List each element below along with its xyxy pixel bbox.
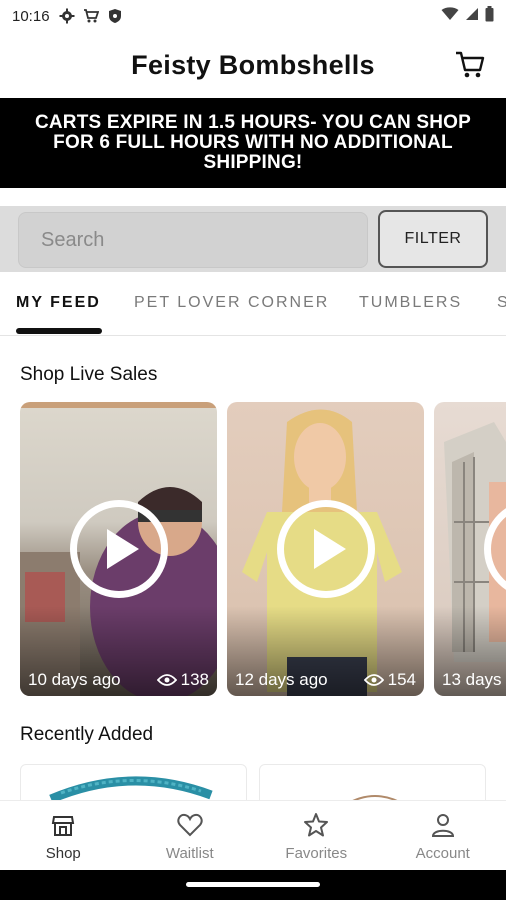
status-bar: 10:16	[0, 0, 506, 32]
store-title: Feisty Bombshells	[131, 49, 375, 80]
shield-icon	[106, 7, 124, 25]
settings-gear-icon	[58, 7, 76, 25]
home-gesture-handle[interactable]	[186, 882, 320, 887]
card-time-ago: 12 days ago	[235, 670, 328, 689]
recently-added-title: Recently Added	[20, 724, 154, 745]
card-views: 138	[156, 670, 209, 690]
wifi-icon	[441, 7, 459, 25]
nav-shop[interactable]: Shop	[0, 801, 127, 870]
nav-favorites-label: Favorites	[285, 845, 348, 862]
shop-icon	[52, 816, 75, 836]
card-time-ago: 13 days	[442, 670, 502, 689]
nav-shop-label: Shop	[45, 845, 81, 862]
nav-account-label: Account	[415, 845, 470, 862]
tab-partial[interactable]: S	[497, 294, 506, 312]
system-gesture-bar	[0, 870, 506, 900]
category-tabs: MY FEED PET LOVER CORNER TUMBLERS S	[0, 272, 506, 336]
nav-waitlist-label: Waitlist	[165, 845, 214, 862]
play-icon[interactable]	[70, 500, 168, 598]
status-time: 10:16	[12, 7, 50, 25]
tab-tumblers[interactable]: TUMBLERS	[359, 294, 462, 312]
play-icon[interactable]	[277, 500, 375, 598]
star-icon	[304, 813, 329, 837]
eye-icon	[363, 674, 384, 686]
bottom-navigation: Shop Waitlist Favorites Account	[0, 800, 506, 870]
cart-icon[interactable]	[454, 48, 486, 80]
tab-pet-lover-corner[interactable]: PET LOVER CORNER	[134, 294, 329, 312]
active-tab-indicator	[16, 328, 102, 334]
nav-favorites[interactable]: Favorites	[253, 801, 380, 870]
banner-text: CARTS EXPIRE IN 1.5 HOURS- YOU CAN SHOP …	[34, 112, 472, 173]
battery-icon	[485, 6, 494, 26]
eye-icon	[156, 674, 177, 686]
card-view-count: 138	[180, 670, 209, 689]
heart-icon	[177, 813, 203, 837]
live-sale-card[interactable]: 13 days	[434, 402, 506, 696]
card-views: 154	[363, 670, 416, 690]
tab-my-feed[interactable]: MY FEED	[16, 294, 101, 312]
cart-notification-icon	[82, 7, 100, 25]
card-meta: 12 days ago 154	[235, 670, 416, 690]
nav-waitlist[interactable]: Waitlist	[127, 801, 254, 870]
search-input[interactable]: Search	[18, 212, 368, 268]
card-meta: 13 days	[442, 670, 502, 690]
card-meta: 10 days ago 138	[28, 670, 209, 690]
live-sales-title: Shop Live Sales	[20, 364, 158, 385]
card-time-ago: 10 days ago	[28, 670, 121, 689]
card-view-count: 154	[387, 670, 416, 689]
search-bar-area: Search FILTER	[0, 206, 506, 272]
filter-button[interactable]: FILTER	[378, 210, 488, 268]
cell-signal-icon	[465, 7, 479, 25]
live-sale-card[interactable]: 10 days ago 138	[20, 402, 217, 696]
person-icon	[431, 814, 454, 837]
announcement-banner: CARTS EXPIRE IN 1.5 HOURS- YOU CAN SHOP …	[0, 98, 506, 188]
filter-button-label: FILTER	[404, 230, 462, 247]
app-header: Feisty Bombshells	[0, 32, 506, 98]
live-sale-card[interactable]: 12 days ago 154	[227, 402, 424, 696]
nav-account[interactable]: Account	[380, 801, 506, 870]
search-placeholder: Search	[41, 228, 105, 251]
